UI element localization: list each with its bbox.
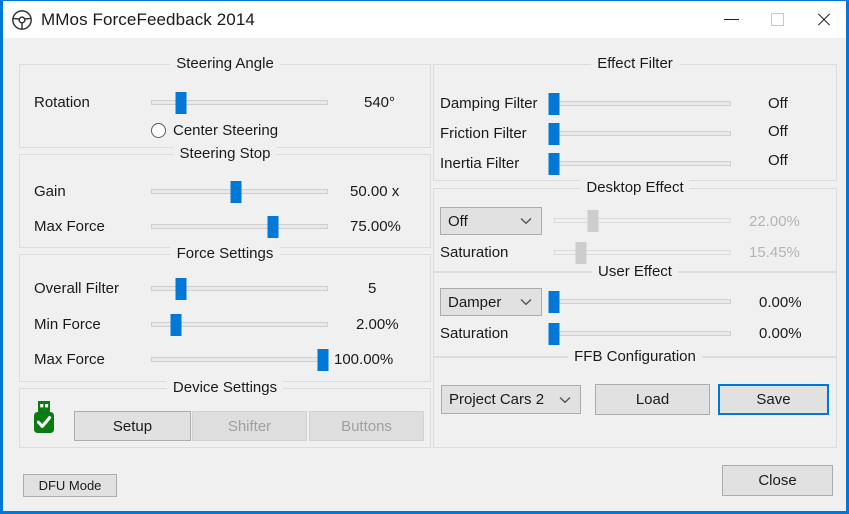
maximize-icon	[770, 13, 784, 26]
damping-filter-track	[554, 101, 731, 106]
damping-filter-slider[interactable]	[548, 93, 731, 115]
overall-filter-value: 5	[368, 280, 377, 297]
steering-stop-max-force-label: Max Force	[34, 218, 105, 235]
user-effect-title: User Effect	[592, 263, 678, 280]
rotation-value: 540°	[364, 94, 396, 111]
gain-value: 50.00 x	[350, 183, 400, 200]
overall-filter-slider[interactable]	[151, 278, 328, 300]
desktop-effect-strength-track	[554, 218, 731, 223]
overall-filter-thumb[interactable]	[175, 278, 187, 300]
dfu-mode-button[interactable]: DFU Mode	[23, 474, 117, 497]
user-effect-saturation-label: Saturation	[440, 325, 509, 342]
inertia-filter-slider[interactable]	[548, 153, 731, 175]
user-effect-saturation-value: 0.00%	[759, 325, 802, 342]
minimize-button[interactable]	[708, 1, 754, 38]
friction-filter-slider[interactable]	[548, 123, 731, 145]
window-controls	[708, 1, 846, 38]
rotation-label: Rotation	[34, 94, 90, 111]
close-icon	[816, 12, 831, 27]
force-settings-max-force-label: Max Force	[34, 351, 105, 368]
steering-stop-max-force-value: 75.00%	[350, 218, 401, 235]
force-settings-title: Force Settings	[170, 245, 280, 262]
mmos-forcefeedback-window: MMos ForceFeedback 2014 Steering Angle R…	[0, 0, 849, 514]
desktop-effect-saturation-slider[interactable]	[554, 242, 731, 264]
desktop-effect-title: Desktop Effect	[580, 179, 690, 196]
ffb-configuration-title: FFB Configuration	[568, 348, 702, 365]
min-force-label: Min Force	[34, 316, 101, 333]
desktop-effect-select[interactable]: Off	[440, 207, 542, 235]
force-settings-max-force-slider[interactable]	[151, 349, 329, 371]
center-steering-label: Center Steering	[173, 122, 279, 139]
friction-filter-value: Off	[768, 123, 788, 140]
user-effect-select-value: Damper	[448, 293, 502, 311]
chevron-down-icon	[556, 396, 574, 404]
effect-filter-title: Effect Filter	[591, 55, 679, 72]
gain-slider-thumb[interactable]	[230, 181, 242, 203]
desktop-effect-strength-slider[interactable]	[554, 210, 731, 232]
friction-filter-thumb[interactable]	[548, 123, 560, 145]
min-force-thumb[interactable]	[170, 314, 182, 336]
maximize-button[interactable]	[754, 1, 800, 38]
friction-filter-track	[554, 131, 731, 136]
rotation-slider-thumb[interactable]	[175, 92, 187, 114]
user-effect-saturation-thumb[interactable]	[548, 323, 560, 345]
inertia-filter-value: Off	[768, 152, 788, 169]
user-effect-select[interactable]: Damper	[440, 288, 542, 316]
user-effect-saturation-track	[554, 331, 731, 336]
steering-stop-title: Steering Stop	[173, 145, 277, 162]
chevron-down-icon	[517, 217, 535, 225]
buttons-button[interactable]: Buttons	[309, 411, 424, 441]
user-effect-strength-thumb[interactable]	[548, 291, 560, 313]
shifter-button[interactable]: Shifter	[192, 411, 307, 441]
usb-device-connected-icon	[34, 401, 54, 433]
steering-stop-max-force-thumb[interactable]	[267, 216, 279, 238]
ffb-profile-select[interactable]: Project Cars 2	[441, 385, 581, 414]
steering-angle-title: Steering Angle	[170, 55, 280, 72]
gain-label: Gain	[34, 183, 66, 200]
friction-filter-label: Friction Filter	[440, 125, 527, 142]
close-dialog-button[interactable]: Close	[722, 465, 833, 496]
chevron-down-icon	[517, 298, 535, 306]
rotation-slider[interactable]	[151, 92, 328, 114]
damping-filter-label: Damping Filter	[440, 95, 538, 112]
force-settings-max-force-value: 100.00%	[334, 351, 394, 368]
window-title: MMos ForceFeedback 2014	[41, 9, 255, 29]
inertia-filter-track	[554, 161, 731, 166]
desktop-effect-select-value: Off	[448, 212, 468, 230]
steering-wheel-icon	[12, 9, 32, 30]
user-effect-strength-value: 0.00%	[759, 294, 802, 311]
damping-filter-thumb[interactable]	[548, 93, 560, 115]
desktop-effect-strength-value: 22.00%	[749, 213, 800, 230]
min-force-value: 2.00%	[356, 316, 399, 333]
device-settings-title: Device Settings	[166, 379, 284, 396]
user-effect-saturation-slider[interactable]	[548, 323, 731, 345]
center-steering-radio[interactable]: Center Steering	[151, 122, 278, 139]
damping-filter-value: Off	[768, 95, 788, 112]
title-bar: MMos ForceFeedback 2014	[3, 1, 846, 38]
user-effect-strength-slider[interactable]	[548, 291, 731, 313]
overall-filter-label: Overall Filter	[34, 280, 120, 297]
user-effect-strength-track	[554, 299, 731, 304]
desktop-effect-saturation-thumb[interactable]	[575, 242, 587, 264]
steering-stop-max-force-track	[151, 224, 328, 229]
setup-button[interactable]: Setup	[74, 411, 191, 441]
inertia-filter-label: Inertia Filter	[440, 155, 520, 172]
min-force-slider[interactable]	[151, 314, 328, 336]
load-button[interactable]: Load	[595, 384, 710, 415]
ffb-profile-select-value: Project Cars 2	[449, 391, 545, 408]
desktop-effect-saturation-label: Saturation	[440, 244, 509, 261]
radio-icon	[151, 123, 166, 138]
minimize-icon	[723, 19, 739, 20]
desktop-effect-strength-thumb[interactable]	[587, 210, 599, 232]
close-button[interactable]	[800, 1, 846, 38]
gain-slider[interactable]	[151, 181, 328, 203]
desktop-effect-saturation-value: 15.45%	[749, 244, 800, 261]
inertia-filter-thumb[interactable]	[548, 153, 560, 175]
save-button[interactable]: Save	[718, 384, 829, 415]
steering-stop-max-force-slider[interactable]	[151, 216, 328, 238]
force-settings-max-force-track	[151, 357, 328, 362]
force-settings-max-force-thumb[interactable]	[317, 349, 329, 371]
